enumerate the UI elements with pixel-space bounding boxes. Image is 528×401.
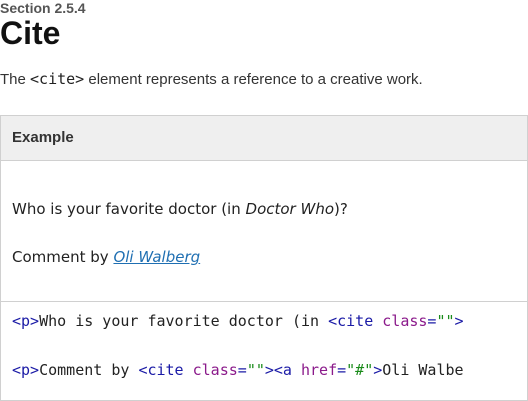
code-token-tag: ><a <box>264 361 301 379</box>
code-token-tag: <p> <box>12 361 40 379</box>
demo-comment-prefix: Comment by <box>12 248 114 266</box>
code-token-str: "" <box>246 361 265 379</box>
code-token-tag: = <box>337 361 347 379</box>
author-link[interactable]: Oli Walberg <box>113 248 200 266</box>
example-box: Example Who is your favorite doctor (in … <box>0 115 528 401</box>
code-token-txt: Who is your favorite doctor (in <box>39 312 329 330</box>
demo-cite-title: Doctor Who <box>245 200 334 218</box>
inline-code: <cite> <box>30 70 85 88</box>
code-line-1: <p>Who is your favorite doctor (in <cite… <box>12 311 464 331</box>
code-token-str: "#" <box>346 361 374 379</box>
code-token-tag: <cite <box>328 312 383 330</box>
demo-question-prefix: Who is your favorite doctor (in <box>12 200 246 218</box>
code-token-tag: <p> <box>12 312 40 330</box>
demo-question: Who is your favorite doctor (in Doctor W… <box>12 199 348 219</box>
code-token-str: "" <box>436 312 455 330</box>
code-token-attr: class <box>192 361 238 379</box>
code-token-tag: = <box>237 361 247 379</box>
code-token-txt: Oli Walbe <box>382 361 464 379</box>
page-title: Cite <box>0 15 61 51</box>
code-token-txt: Comment by <box>39 361 139 379</box>
code-token-tag: > <box>454 312 464 330</box>
example-header: Example <box>1 116 527 161</box>
demo-comment: Comment by Oli Walberg <box>12 247 200 267</box>
demo-question-suffix: )? <box>334 200 348 218</box>
demo-cite-author: Oli Walberg <box>113 248 200 266</box>
code-token-attr: href <box>301 361 338 379</box>
code-token-tag: > <box>373 361 383 379</box>
code-scrollbar[interactable] <box>1 397 527 399</box>
code-token-tag: <cite <box>138 361 193 379</box>
code-block[interactable]: <p>Who is your favorite doctor (in <cite… <box>1 302 527 399</box>
description: The <cite> element represents a referenc… <box>0 69 423 90</box>
code-token-attr: class <box>382 312 428 330</box>
description-suffix: element represents a reference to a crea… <box>84 71 423 88</box>
code-line-2: <p>Comment by <cite class=""><a href="#"… <box>12 360 464 380</box>
example-demo: Who is your favorite doctor (in Doctor W… <box>1 161 527 302</box>
description-prefix: The <box>0 71 31 88</box>
